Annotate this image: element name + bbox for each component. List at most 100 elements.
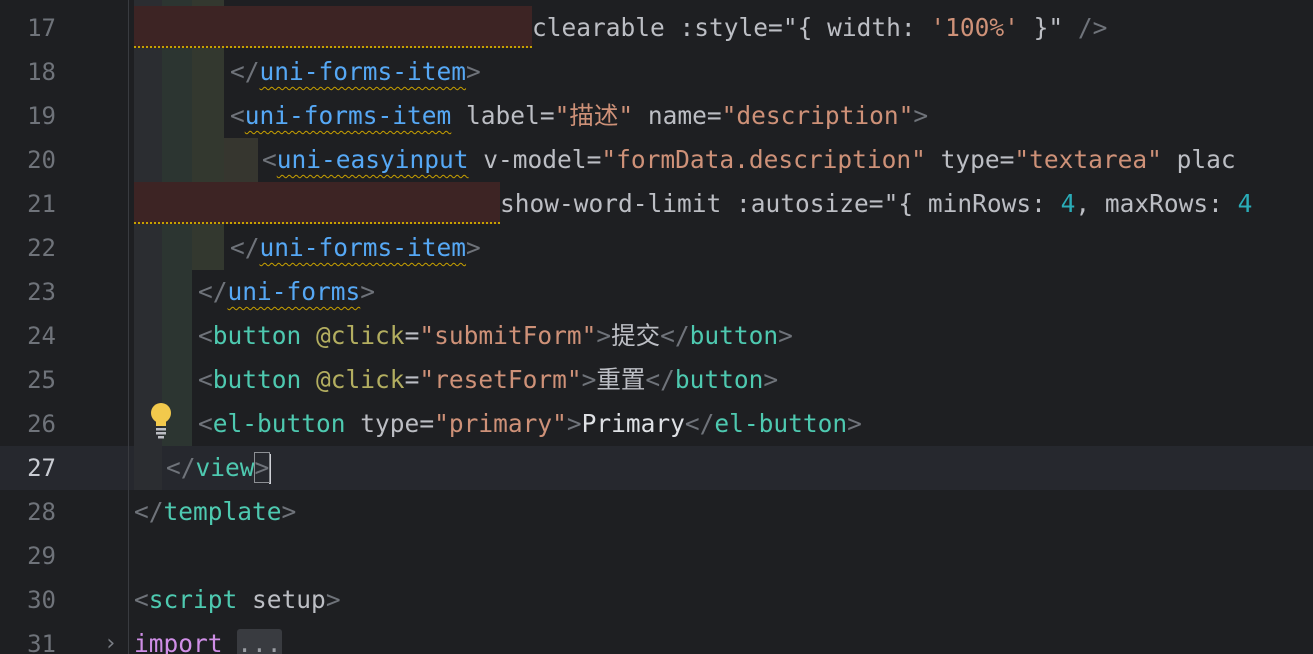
tag-name: uni-forms-item <box>259 57 467 86</box>
bracket: > <box>596 321 612 350</box>
expression: "{ width: <box>782 13 931 42</box>
bracket: < <box>198 365 213 394</box>
line-number: 23 <box>27 278 56 306</box>
line-number: 21 <box>27 190 56 218</box>
attribute: plac <box>1176 145 1236 174</box>
bracket: < <box>198 321 213 350</box>
code-editor[interactable]: 17 18 19 20 21 22 23 24 25 26 27 28 29 3… <box>0 0 1313 654</box>
code-line-20[interactable]: <uni-easyinput v-model="formData.descrip… <box>262 138 1236 182</box>
equals: = <box>419 409 435 438</box>
expression: "{ minRows: <box>883 189 1061 218</box>
line-number-active: 27 <box>27 454 56 482</box>
bracket: </ <box>166 453 196 482</box>
code-line-27[interactable]: </view> <box>166 446 272 490</box>
code-line-23[interactable]: </uni-forms> <box>198 270 375 314</box>
text-content: 提交 <box>611 321 661 350</box>
indent-guide <box>128 0 129 654</box>
bracket: </ <box>230 233 260 262</box>
line-number: 26 <box>27 410 56 438</box>
expression: , maxRows: <box>1075 189 1238 218</box>
tag-name: uni-easyinput <box>276 145 469 174</box>
text-content: 重置 <box>596 365 646 394</box>
bracket: /> <box>1063 13 1108 42</box>
equals: = <box>404 365 420 394</box>
attribute: :autosize <box>736 189 869 218</box>
string: "primary" <box>434 409 567 438</box>
code-line-28[interactable]: </template> <box>134 490 296 534</box>
bracket: > <box>466 57 481 86</box>
line-number: 31 <box>27 630 56 654</box>
equals: = <box>999 145 1015 174</box>
tag-name: template <box>163 497 282 526</box>
code-line-30[interactable]: <script setup> <box>134 578 341 622</box>
line-number: 22 <box>27 234 56 262</box>
error-highlight <box>134 6 532 48</box>
string: "textarea" <box>1014 145 1162 174</box>
line-number: 19 <box>27 102 56 130</box>
line-number: 30 <box>27 586 56 614</box>
code-line-21[interactable]: show-word-limit :autosize="{ minRows: 4,… <box>134 182 1252 226</box>
tag-name: button <box>689 321 779 350</box>
bracket: > <box>763 365 779 394</box>
bracket: < <box>262 145 277 174</box>
attribute: label <box>466 101 540 130</box>
bracket: > <box>847 409 862 438</box>
code-line-19[interactable]: <uni-forms-item label="描述" name="descrip… <box>230 94 928 138</box>
code-line-31[interactable]: import ... <box>134 622 282 654</box>
code-line-26[interactable]: <el-button type="primary">Primary</el-bu… <box>198 402 862 446</box>
text-content: Primary <box>581 409 685 438</box>
event-directive: @click <box>316 321 405 350</box>
line-number: 18 <box>27 58 56 86</box>
equals: = <box>706 101 722 130</box>
bracket: > <box>778 321 793 350</box>
tag-name: button <box>212 365 302 394</box>
attribute: clearable <box>532 13 665 42</box>
error-highlight <box>134 182 500 224</box>
bracket: </ <box>230 57 260 86</box>
code-line-24[interactable]: <button @click="submitForm">提交</button> <box>198 314 793 358</box>
bracket: > <box>466 233 481 262</box>
equals: = <box>586 145 602 174</box>
string: "description" <box>721 101 914 130</box>
code-line-17[interactable]: clearable :style="{ width: '100%' }" /> <box>134 6 1107 50</box>
tag-name: uni-forms-item <box>244 101 452 130</box>
expression: }" <box>1018 13 1064 42</box>
attribute: name <box>647 101 707 130</box>
indent-guide <box>224 138 258 182</box>
bracket: > <box>581 365 597 394</box>
bracket: > <box>913 101 929 130</box>
fold-chevron-icon[interactable]: › <box>104 622 117 654</box>
folded-region-placeholder[interactable]: ... <box>237 629 282 654</box>
attribute: show-word-limit <box>500 189 722 218</box>
code-line-22[interactable]: </uni-forms-item> <box>230 226 481 270</box>
equals: = <box>539 101 555 130</box>
bracket: </ <box>645 365 675 394</box>
tag-name: script <box>148 585 238 614</box>
bracket: </ <box>684 409 715 438</box>
text-caret <box>269 454 272 484</box>
lightbulb-icon[interactable] <box>146 400 176 440</box>
attribute: type <box>360 409 420 438</box>
attribute: :style <box>679 13 769 42</box>
bracket: < <box>230 101 245 130</box>
equals: = <box>768 13 783 42</box>
bracket: > <box>360 277 376 306</box>
number: 4 <box>1060 189 1076 218</box>
line-number: 25 <box>27 366 56 394</box>
line-number-gutter[interactable]: 17 18 19 20 21 22 23 24 25 26 27 28 29 3… <box>0 0 128 654</box>
code-line-25[interactable]: <button @click="resetForm">重置</button> <box>198 358 778 402</box>
code-line-18[interactable]: </uni-forms-item> <box>230 50 481 94</box>
bracket: > <box>566 409 582 438</box>
bracket: </ <box>198 277 228 306</box>
directive: v-model <box>483 145 587 174</box>
number: 4 <box>1237 189 1253 218</box>
